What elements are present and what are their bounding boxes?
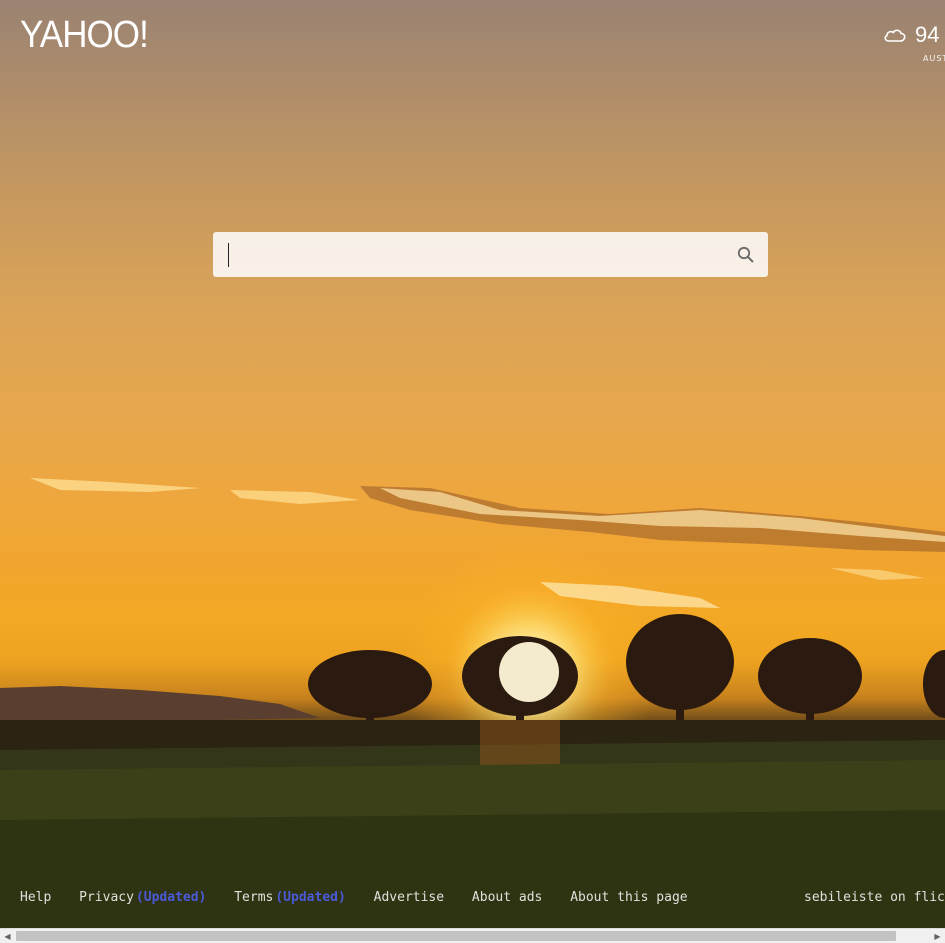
- weather-temperature: 94: [915, 22, 940, 47]
- updated-badge: (Updated): [135, 890, 207, 905]
- photo-credit-link[interactable]: sebileiste on flic: [804, 890, 945, 905]
- yahoo-logo[interactable]: YAHOO!: [20, 14, 149, 57]
- footer-link-terms[interactable]: Terms (Updated): [234, 890, 346, 905]
- search-icon: [737, 246, 754, 263]
- footer-link-about-page[interactable]: About this page: [570, 890, 687, 905]
- weather-widget[interactable]: 94 AUST: [883, 20, 945, 63]
- footer-link-help[interactable]: Help: [20, 890, 51, 905]
- footer-link-privacy[interactable]: Privacy (Updated): [79, 890, 206, 905]
- weather-location: AUST: [923, 54, 945, 63]
- search-box: [213, 232, 768, 277]
- scrollbar-thumb[interactable]: [16, 931, 896, 941]
- scroll-left-icon[interactable]: ◀: [0, 929, 15, 943]
- updated-badge: (Updated): [275, 890, 346, 905]
- text-caret: [228, 243, 229, 267]
- clouds-image: [30, 478, 945, 608]
- search-button[interactable]: [724, 232, 768, 277]
- horizontal-scrollbar[interactable]: ◀ ▶: [0, 928, 945, 943]
- search-input[interactable]: [227, 238, 724, 271]
- cloud-icon: [883, 26, 907, 48]
- footer-link-advertise[interactable]: Advertise: [374, 890, 444, 905]
- page-background: YAHOO! 94 AUST Help Privacy(Updated) Ter…: [0, 0, 945, 943]
- scroll-right-icon[interactable]: ▶: [930, 929, 945, 943]
- footer-link-about-ads[interactable]: About ads: [472, 890, 542, 905]
